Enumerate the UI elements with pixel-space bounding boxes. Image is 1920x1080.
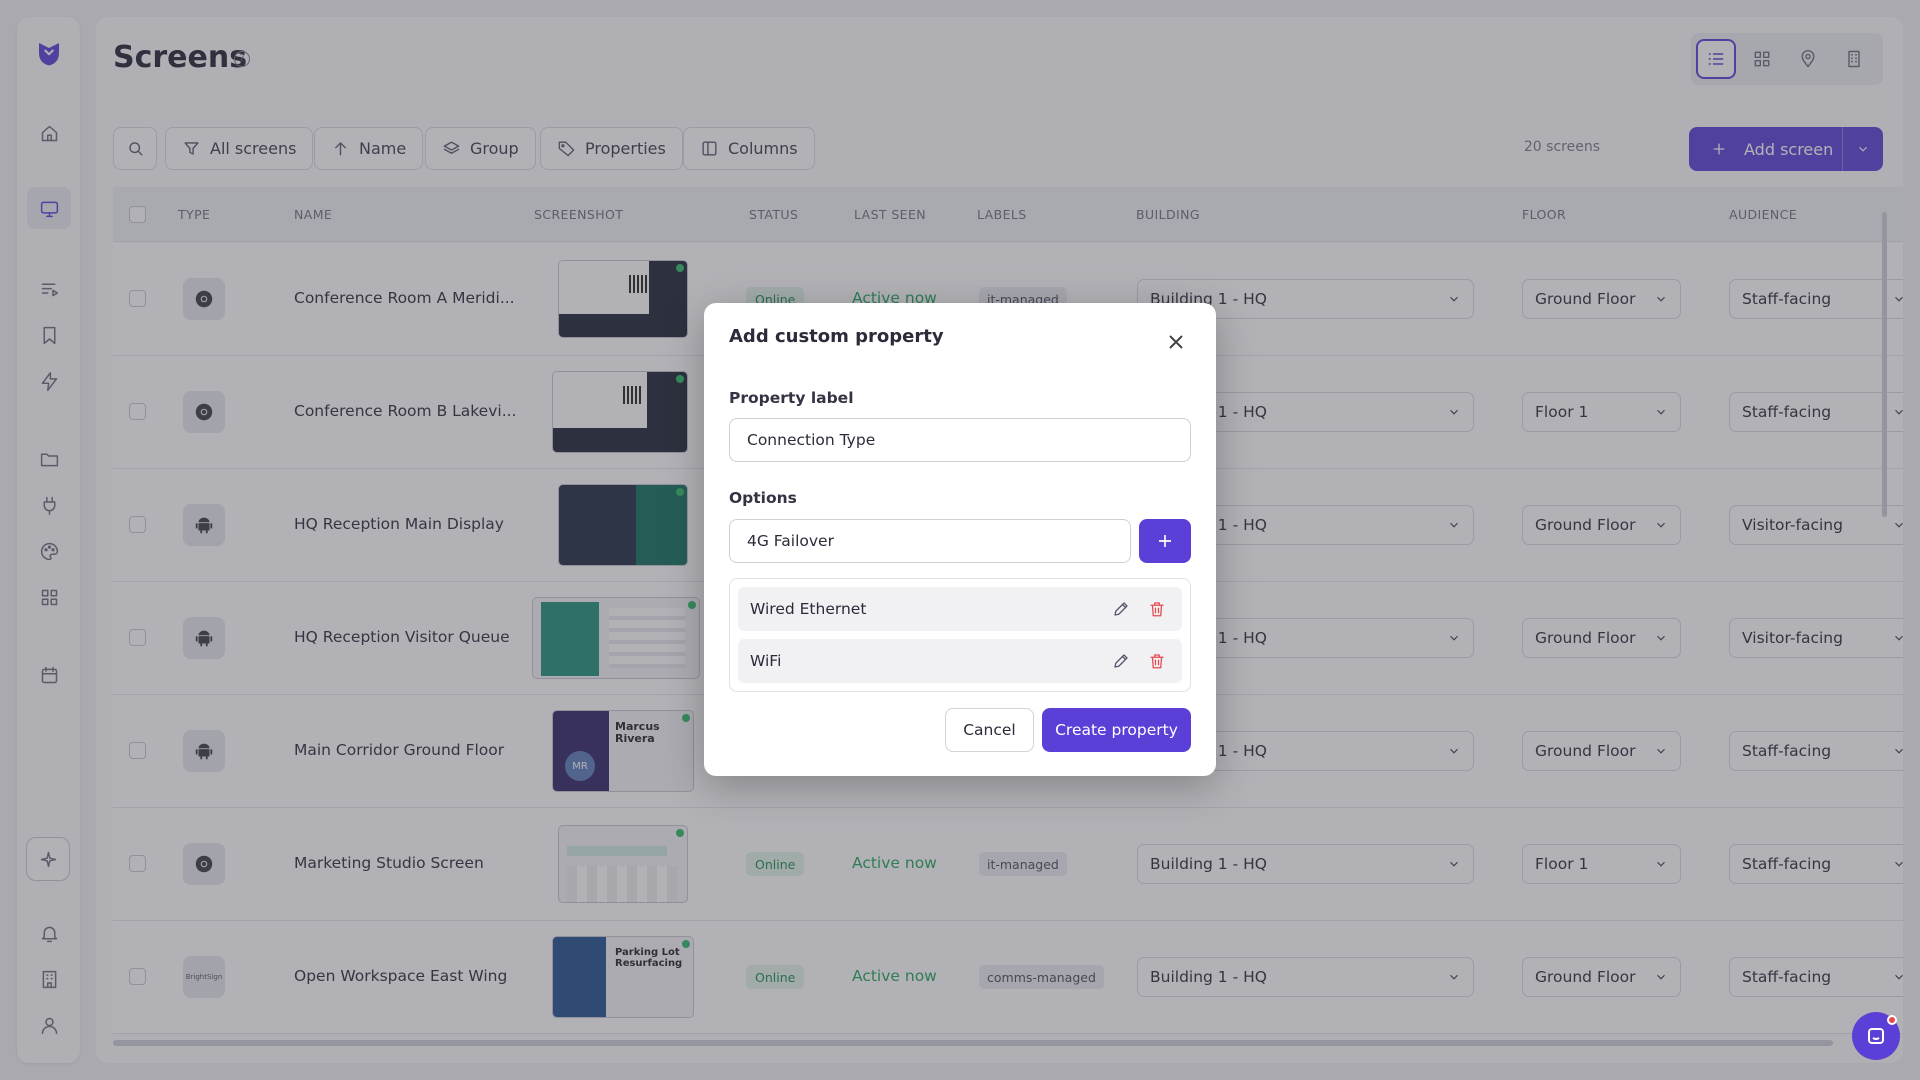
option-input[interactable]: 4G Failover [729, 519, 1131, 563]
options-title: Options [729, 489, 797, 507]
options-list: Wired Ethernet WiFi [729, 578, 1191, 692]
chat-icon [1868, 1028, 1884, 1044]
option-label: Wired Ethernet [750, 600, 867, 618]
option-label: WiFi [750, 652, 782, 670]
cancel-button[interactable]: Cancel [945, 708, 1034, 752]
property-label-input[interactable]: Connection Type [729, 418, 1191, 462]
property-label-title: Property label [729, 389, 854, 407]
add-option-button[interactable] [1139, 519, 1191, 563]
option-item: WiFi [738, 639, 1182, 683]
chat-support-button[interactable] [1852, 1012, 1900, 1060]
create-property-button[interactable]: Create property [1042, 708, 1191, 752]
pencil-icon[interactable] [1112, 600, 1130, 618]
close-icon[interactable] [1168, 334, 1184, 350]
trash-icon[interactable] [1148, 600, 1166, 618]
trash-icon[interactable] [1148, 652, 1166, 670]
option-item: Wired Ethernet [738, 587, 1182, 631]
pencil-icon[interactable] [1112, 652, 1130, 670]
modal-title: Add custom property [729, 326, 944, 347]
add-property-modal: Add custom property Property label Conne… [704, 303, 1216, 776]
plus-icon [1159, 535, 1171, 547]
notification-dot [1887, 1015, 1897, 1025]
